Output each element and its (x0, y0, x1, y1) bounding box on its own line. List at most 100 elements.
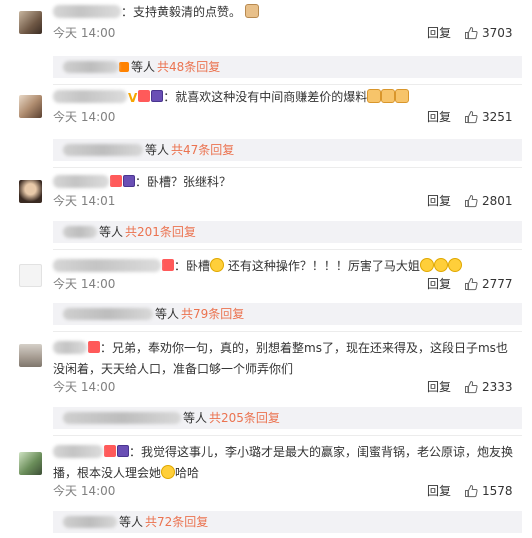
like-count: 2777 (482, 277, 513, 291)
comment-text: ：支持黄毅清的点赞。 (121, 5, 242, 19)
avatar[interactable] (19, 11, 42, 34)
like-count: 2801 (482, 194, 513, 208)
avatar[interactable] (19, 452, 42, 475)
divider (53, 167, 522, 168)
comment-text: ：卧槽 (174, 259, 211, 273)
verified-v-icon: V (128, 91, 138, 105)
sub-reply-users-redacted (63, 226, 97, 238)
sub-reply-total[interactable]: 共47条回复 (171, 143, 234, 157)
comment-time: 今天 14:00 (53, 380, 116, 394)
member-badge-icon (117, 445, 129, 457)
thumb-up-icon (465, 484, 478, 498)
sub-reply-etal: 等人 (155, 307, 180, 321)
divider (53, 435, 522, 436)
clap-emoji-icon (367, 89, 382, 103)
like-count: 1578 (482, 484, 513, 498)
comment-text: ：就喜欢这种没有中间商赚差价的爆料 (163, 90, 368, 104)
divider (53, 84, 522, 85)
sub-reply-total[interactable]: 共72条回复 (145, 515, 208, 529)
sub-reply-total[interactable]: 共79条回复 (181, 307, 244, 321)
member-badge-icon (151, 90, 164, 102)
like-button[interactable]: 3703 (464, 25, 522, 41)
sub-reply-total[interactable]: 共201条回复 (125, 225, 196, 239)
username-redacted[interactable] (53, 90, 127, 103)
like-button[interactable]: 2777 (464, 276, 522, 292)
comment-text-cont: 没闲着，天天给人口，准备口够一个师弄你们 (53, 362, 294, 376)
clap-emoji-icon (395, 89, 410, 103)
username-redacted[interactable] (53, 341, 87, 354)
like-button[interactable]: 2333 (464, 379, 522, 395)
grin-emoji-icon (161, 465, 176, 479)
avatar[interactable] (19, 344, 42, 367)
reply-button[interactable]: 回复 (427, 483, 451, 499)
like-count: 2333 (482, 380, 513, 394)
comment-text-end: 哈哈 (175, 466, 200, 480)
like-button[interactable]: 1578 (464, 483, 522, 499)
avatar[interactable] (19, 95, 42, 118)
like-count: 3251 (482, 110, 513, 124)
comment-text: ：卧槽？张继科？ (135, 175, 232, 189)
thumb-up-icon (465, 277, 478, 291)
reply-button[interactable]: 回复 (427, 379, 451, 395)
comment-time: 今天 14:01 (53, 194, 116, 208)
sub-reply-users-redacted (63, 412, 181, 424)
reply-button[interactable]: 回复 (427, 193, 451, 209)
divider (53, 249, 522, 250)
vip-badge-icon (119, 62, 129, 72)
dog-emoji-icon (244, 4, 259, 18)
thumb-up-icon (465, 380, 478, 394)
reply-button[interactable]: 回复 (427, 276, 451, 292)
dizzy-emoji-icon (419, 258, 434, 272)
smirk-emoji-icon (210, 258, 225, 272)
sub-replies-link[interactable]: 等人 共201条回复 (53, 221, 522, 243)
comment-text-cont: 还有这种操作？！！！厉害了马大姐 (224, 259, 420, 273)
thumb-up-icon (465, 194, 478, 208)
crown-badge-icon (110, 175, 122, 187)
sub-reply-etal: 等人 (99, 225, 124, 239)
crown-badge-icon (162, 259, 174, 271)
thumb-up-icon (465, 26, 478, 40)
crown-badge-icon (138, 90, 151, 102)
username-redacted[interactable] (53, 175, 109, 188)
avatar[interactable] (19, 264, 42, 287)
crown-badge-icon (88, 341, 100, 353)
like-button[interactable]: 2801 (464, 193, 522, 209)
comment-text-cont: 播，根本没人理会她 (53, 466, 162, 480)
comment-time: 今天 14:00 (53, 484, 116, 498)
dizzy-emoji-icon (433, 258, 448, 272)
comment-time: 今天 14:00 (53, 277, 116, 291)
sub-reply-etal: 等人 (119, 515, 144, 529)
sub-reply-total[interactable]: 共48条回复 (157, 60, 220, 74)
clap-emoji-icon (381, 89, 396, 103)
sub-reply-etal: 等人 (131, 60, 156, 74)
username-redacted[interactable] (53, 5, 121, 18)
reply-button[interactable]: 回复 (427, 25, 451, 41)
comment-text: ：兄弟，奉劝你一句，真的，别想着整ms了，现在还来得及，这段日子ms也 (100, 341, 508, 355)
sub-reply-etal: 等人 (145, 143, 170, 157)
divider (53, 331, 522, 332)
avatar[interactable] (19, 180, 42, 203)
sub-replies-link[interactable]: 等人 共48条回复 (53, 56, 522, 78)
thumb-up-icon (465, 110, 478, 124)
dizzy-emoji-icon (447, 258, 462, 272)
sub-reply-users-redacted (63, 308, 153, 320)
sub-replies-link[interactable]: 等人 共72条回复 (53, 511, 522, 533)
username-redacted[interactable] (53, 445, 103, 458)
username-redacted[interactable] (53, 259, 161, 272)
sub-replies-link[interactable]: 等人 共79条回复 (53, 303, 522, 325)
sub-reply-etal: 等人 (183, 411, 208, 425)
comment-text: ：我觉得这事儿，李小璐才是最大的赢家，闺蜜背锅，老公原谅，炮友换 (129, 445, 514, 459)
comment-time: 今天 14:00 (53, 26, 116, 40)
like-button[interactable]: 3251 (464, 109, 522, 125)
sub-reply-users-redacted (63, 144, 143, 156)
crown-badge-icon (104, 445, 116, 457)
sub-replies-link[interactable]: 等人 共47条回复 (53, 139, 522, 161)
member-badge-icon (123, 175, 135, 187)
comment-time: 今天 14:00 (53, 110, 116, 124)
like-count: 3703 (482, 26, 513, 40)
sub-reply-users-redacted (63, 516, 117, 528)
reply-button[interactable]: 回复 (427, 109, 451, 125)
sub-reply-users-redacted (63, 61, 119, 73)
sub-reply-total[interactable]: 共205条回复 (209, 411, 280, 425)
sub-replies-link[interactable]: 等人 共205条回复 (53, 407, 522, 429)
